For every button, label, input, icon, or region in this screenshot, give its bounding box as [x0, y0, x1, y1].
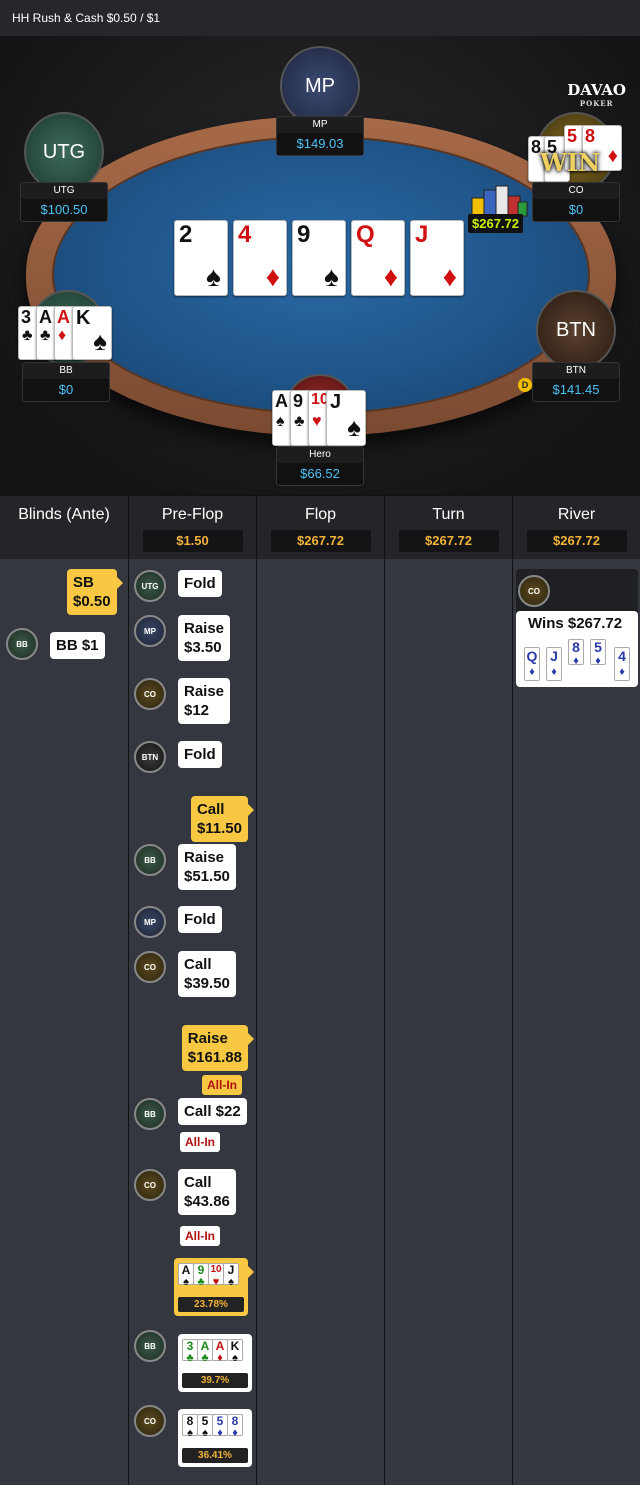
- player-avatar: UTG: [134, 570, 166, 602]
- player-avatar: CO: [134, 678, 166, 710]
- street-header: Blinds (Ante) Pre-Flop $1.50 Flop $267.72 …: [0, 495, 640, 560]
- player-avatar: BTN: [134, 741, 166, 773]
- player-avatar: CO: [518, 575, 550, 607]
- dealer-button-icon: D: [518, 378, 532, 392]
- seat-utg-plate: UTG $100.50: [20, 182, 108, 222]
- header-turn: Turn $267.72: [384, 496, 512, 560]
- board-card: Q ♦: [351, 220, 405, 296]
- equity-hero: A ♠ 9 ♣ 10 ♥ J ♠ 23.78%: [174, 1258, 254, 1316]
- pot-amount: $267.72: [468, 214, 523, 233]
- action-bubble: Call $11.50: [190, 796, 255, 842]
- header-flop: Flop $267.72: [256, 496, 384, 560]
- action-bubble: Fold: [178, 570, 222, 597]
- board-card: 4 ♦: [233, 220, 287, 296]
- seat-mp-avatar[interactable]: MP: [280, 46, 360, 126]
- action-bubble: Fold: [178, 906, 222, 933]
- brand-logo: DAVAO POKER: [567, 81, 626, 109]
- window-title: HH Rush & Cash $0.50 / $1: [0, 0, 640, 36]
- player-avatar: BB: [134, 1098, 166, 1130]
- river-result: CO Wins $267.72 Q ♦ J ♦ 8 ♦ 5 ♦ 4 ♦: [516, 569, 638, 687]
- seat-hero-plate: Hero $66.52: [276, 446, 364, 486]
- player-avatar: BB: [134, 844, 166, 876]
- bb-action: BB $1: [50, 632, 105, 659]
- flop-column: [257, 559, 384, 1485]
- win-label: WIN: [540, 148, 601, 177]
- action-bubble: Fold: [178, 741, 222, 768]
- board-card: J ♦: [410, 220, 464, 296]
- equity-bb: 3 ♣ A ♣ A ♦ K ♠ 39.7%: [178, 1334, 252, 1392]
- action-bubble: Raise $161.88: [181, 1025, 255, 1071]
- player-avatar: CO: [134, 1169, 166, 1201]
- seat-mp-plate: MP $149.03: [276, 116, 364, 156]
- player-avatar: CO: [134, 951, 166, 983]
- winner-text: Wins $267.72: [528, 615, 623, 632]
- sb-action: SB $0.50: [67, 569, 123, 615]
- all-in-badge: All-In: [180, 1226, 220, 1246]
- equity-co: 8 ♠ 5 ♠ 5 ♦ 8 ♦ 36.41%: [178, 1409, 252, 1467]
- header-preflop: Pre-Flop $1.50: [128, 496, 256, 560]
- board-card: 9 ♠: [292, 220, 346, 296]
- turn-column: [385, 559, 512, 1485]
- player-avatar: MP: [134, 906, 166, 938]
- action-bubble: Call $22: [178, 1098, 247, 1125]
- blinds-column: [0, 559, 128, 1485]
- action-bubble: Raise $3.50: [178, 615, 231, 661]
- hero-hole-card-4: J ♠: [326, 390, 366, 446]
- player-avatar: MP: [134, 615, 166, 647]
- seat-utg-avatar[interactable]: UTG: [24, 112, 104, 192]
- header-river: River $267.72: [512, 496, 640, 560]
- river-column: [513, 559, 640, 1485]
- seat-bb-plate: BB $0: [22, 362, 110, 402]
- board-card: 2 ♠: [174, 220, 228, 296]
- all-in-badge: All-In: [180, 1132, 220, 1152]
- player-avatar: CO: [134, 1405, 166, 1437]
- all-in-badge: All-In: [202, 1075, 242, 1095]
- action-bubble: Call $43.86: [178, 1169, 236, 1215]
- poker-table: DAVAO POKER MP MP $149.03 UTG UTG $100.50 8…: [0, 36, 640, 495]
- header-blinds: Blinds (Ante): [18, 506, 110, 523]
- player-avatar: BB: [134, 1330, 166, 1362]
- seat-co-plate: CO $0: [532, 182, 620, 222]
- seat-btn-avatar[interactable]: BTN: [536, 290, 616, 370]
- action-bubble: Raise $51.50: [178, 844, 236, 890]
- action-bubble: Raise $12: [178, 678, 231, 724]
- action-bubble: Call $39.50: [178, 951, 236, 997]
- bb-hole-card-4: K ♠: [72, 306, 112, 360]
- seat-btn-plate: BTN $141.45: [532, 362, 620, 402]
- player-avatar: BB: [6, 628, 38, 660]
